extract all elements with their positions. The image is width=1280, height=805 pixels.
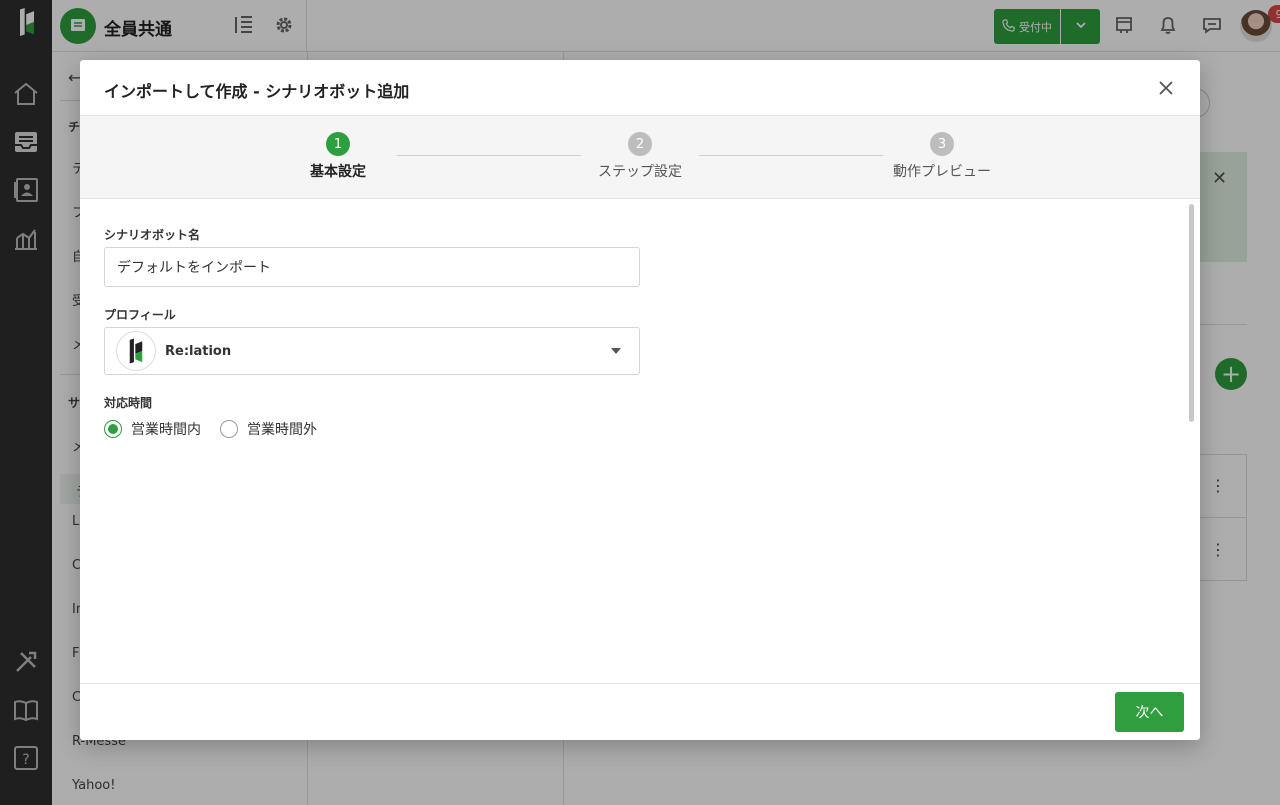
step-label: 動作プレビュー [893, 164, 991, 180]
bot-name-label: シナリオボット名 [104, 228, 201, 242]
profile-label: プロフィール [104, 308, 176, 322]
step-connector [699, 155, 883, 156]
step-number: 2 [628, 132, 652, 156]
step-number: 1 [326, 132, 350, 156]
close-icon [1159, 81, 1173, 95]
modal-header: インポートして作成 - シナリオボット追加 [80, 60, 1200, 116]
profile-avatar-icon [116, 331, 156, 371]
next-button[interactable]: 次へ [1115, 692, 1184, 732]
profile-name: Re:lation [165, 344, 232, 359]
profile-select[interactable]: Re:lation [104, 327, 640, 375]
radio-unselected-icon [220, 420, 238, 438]
import-scenario-bot-modal: インポートして作成 - シナリオボット追加 1 基本設定 2 ステップ設定 3 … [80, 60, 1200, 740]
radio-selected-icon [104, 420, 122, 438]
modal-close-button[interactable] [1156, 78, 1176, 98]
radio-business-hours[interactable]: 営業時間内 [104, 419, 201, 439]
radio-label: 営業時間外 [247, 422, 317, 438]
modal-footer: 次へ [80, 683, 1200, 740]
step-label: 基本設定 [310, 164, 366, 180]
radio-label: 営業時間内 [131, 422, 201, 438]
step-indicator: 1 基本設定 2 ステップ設定 3 動作プレビュー [80, 116, 1200, 199]
step-connector [397, 155, 581, 156]
step-basic-settings[interactable]: 1 基本設定 [268, 132, 408, 181]
step-label: ステップ設定 [598, 164, 682, 180]
step-step-settings[interactable]: 2 ステップ設定 [570, 132, 710, 181]
bot-name-input[interactable] [104, 247, 640, 287]
radio-outside-hours[interactable]: 営業時間外 [220, 419, 317, 439]
step-number: 3 [930, 132, 954, 156]
hours-label: 対応時間 [104, 396, 153, 410]
modal-scrollbar-thumb[interactable] [1189, 204, 1194, 422]
modal-title: インポートして作成 - シナリオボット追加 [104, 82, 410, 101]
step-preview[interactable]: 3 動作プレビュー [872, 132, 1012, 181]
caret-down-icon [611, 348, 621, 354]
